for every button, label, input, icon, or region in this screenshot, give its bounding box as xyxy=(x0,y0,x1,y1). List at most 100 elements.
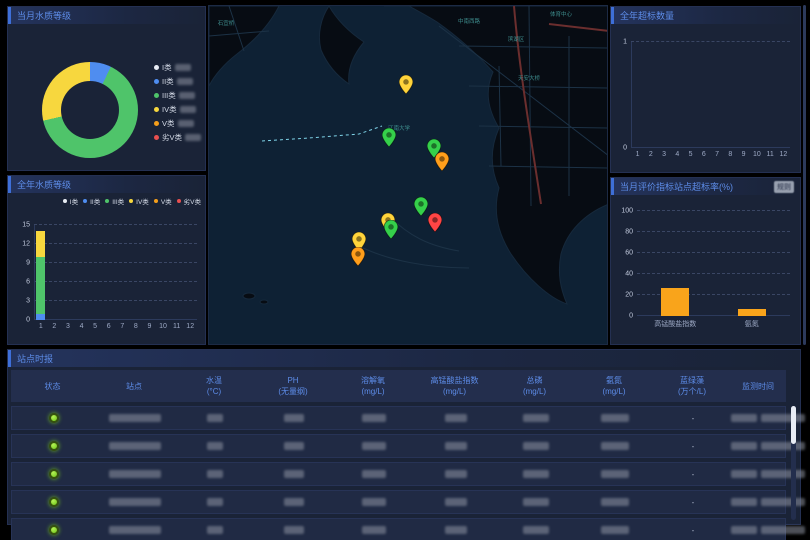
legend-item[interactable]: I类 xyxy=(154,60,201,74)
station-pin-V类[interactable] xyxy=(351,247,365,266)
redacted-value xyxy=(445,526,467,534)
legend-item[interactable]: II类 xyxy=(83,196,100,206)
table-cell: - xyxy=(655,526,731,535)
table-cell xyxy=(12,469,95,479)
legend-item[interactable]: V类 xyxy=(154,116,201,130)
stacked-bar-segment[interactable] xyxy=(36,314,45,320)
legend-value-redacted xyxy=(177,78,193,85)
panel-year-quality-title: 全年水质等级 xyxy=(17,178,71,191)
rate-rule-badge[interactable]: 规则 xyxy=(774,181,794,193)
table-cell xyxy=(333,526,415,534)
station-pin-V类[interactable] xyxy=(435,152,449,171)
y-tick-label: 60 xyxy=(625,250,633,257)
station-pin-IV类[interactable] xyxy=(399,75,413,94)
legend-value-redacted xyxy=(185,134,201,141)
redacted-value xyxy=(362,414,386,422)
rate-bar[interactable] xyxy=(661,288,689,316)
gridline xyxy=(34,243,197,244)
panel-month-rate: 当月评价指标站点超标率(%) 规则 020406080100高锰酸盐指数氨氮 xyxy=(610,177,801,345)
table-cell xyxy=(12,413,95,423)
algae-value: - xyxy=(692,526,695,535)
redacted-time xyxy=(761,498,805,506)
table-header-row: 状态站点水温(°C)PH(无量纲)溶解氧(mg/L)高锰酸盐指数(mg/L)总磷… xyxy=(11,370,786,402)
y-tick-label: 0 xyxy=(629,313,633,320)
legend-item[interactable]: III类 xyxy=(105,196,124,206)
legend-item[interactable]: V类 xyxy=(154,196,172,206)
table-cell xyxy=(415,498,496,506)
panel-station-report-title: 站点时报 xyxy=(17,352,53,365)
x-tick-label: 7 xyxy=(120,323,124,330)
table-cell xyxy=(496,526,575,534)
table-cell xyxy=(95,498,175,506)
redacted-value xyxy=(523,498,549,506)
redacted-time xyxy=(761,414,805,422)
redacted-value xyxy=(284,498,304,506)
station-pin-III类[interactable] xyxy=(384,220,398,239)
table-cell xyxy=(95,526,175,534)
legend-label: V类 xyxy=(161,196,172,206)
table-row[interactable]: - xyxy=(11,434,786,458)
table-row[interactable]: - xyxy=(11,490,786,514)
table-cell xyxy=(175,414,255,422)
panel-month-quality: 当月水质等级 I类II类III类IV类V类劣V类 xyxy=(7,6,206,171)
station-pin-III类[interactable] xyxy=(382,128,396,147)
donut-hole xyxy=(61,81,119,139)
legend-item[interactable]: IV类 xyxy=(129,196,149,206)
legend-item[interactable]: I类 xyxy=(63,196,78,206)
page-scrollbar[interactable] xyxy=(803,5,806,345)
stacked-bar-segment[interactable] xyxy=(36,231,45,256)
stacked-bar-segment[interactable] xyxy=(36,257,45,314)
redacted-value xyxy=(207,470,223,478)
rate-bar[interactable] xyxy=(738,309,766,316)
panel-month-rate-header: 当月评价指标站点超标率(%) 规则 xyxy=(611,178,800,195)
table-scrollbar-thumb[interactable] xyxy=(791,406,796,444)
legend-label: I类 xyxy=(162,62,172,73)
redacted-value xyxy=(362,470,386,478)
legend-label: III类 xyxy=(112,196,124,206)
x-tick-label: 12 xyxy=(779,151,787,158)
month-quality-donut[interactable] xyxy=(42,62,138,158)
y-tick-label: 100 xyxy=(621,208,633,215)
station-pin-III类[interactable] xyxy=(414,197,428,216)
table-row[interactable]: - xyxy=(11,406,786,430)
status-indicator xyxy=(49,497,59,507)
legend-item[interactable]: II类 xyxy=(154,74,201,88)
table-cell xyxy=(333,498,415,506)
table-cell xyxy=(731,526,805,534)
legend-item[interactable]: IV类 xyxy=(154,102,201,116)
legend-value-redacted xyxy=(179,92,195,99)
redacted-date xyxy=(731,526,757,534)
redacted-value xyxy=(523,526,549,534)
column-header: PH(无量纲) xyxy=(254,375,332,397)
gridline xyxy=(637,252,790,253)
table-cell xyxy=(12,525,95,535)
x-tick-label: 8 xyxy=(134,323,138,330)
x-axis xyxy=(631,147,790,148)
table-cell xyxy=(575,526,655,534)
legend-item[interactable]: III类 xyxy=(154,88,201,102)
y-tick-label: 0 xyxy=(623,145,627,152)
x-tick-label: 5 xyxy=(93,323,97,330)
legend-label: 劣V类 xyxy=(162,132,182,143)
x-tick-label: 11 xyxy=(173,323,180,330)
table-cell xyxy=(415,414,496,422)
legend-value-redacted xyxy=(175,64,191,71)
table-row[interactable]: - xyxy=(11,518,786,540)
table-cell xyxy=(415,442,496,450)
table-scrollbar-track[interactable] xyxy=(791,406,796,520)
table-cell xyxy=(575,442,655,450)
map-panel[interactable]: 石宜桥中南西路滨湖区天安大桥江南大学体育中心 xyxy=(208,5,608,345)
table-row[interactable]: - xyxy=(11,462,786,486)
redacted-value xyxy=(601,526,629,534)
gridline xyxy=(34,224,197,225)
water-quality-dashboard: 当月水质等级 I类II类III类IV类V类劣V类 全年水质等级 I类II类III… xyxy=(0,0,810,540)
table-cell xyxy=(333,414,415,422)
legend-item[interactable]: 劣V类 xyxy=(177,196,201,206)
x-tick-label: 氨氮 xyxy=(745,319,759,329)
x-tick-label: 3 xyxy=(66,323,70,330)
x-tick-label: 10 xyxy=(159,323,167,330)
legend-item[interactable]: 劣V类 xyxy=(154,130,201,144)
x-tick-label: 8 xyxy=(728,151,732,158)
station-pin-劣V类[interactable] xyxy=(428,213,442,232)
redacted-value xyxy=(523,414,549,422)
